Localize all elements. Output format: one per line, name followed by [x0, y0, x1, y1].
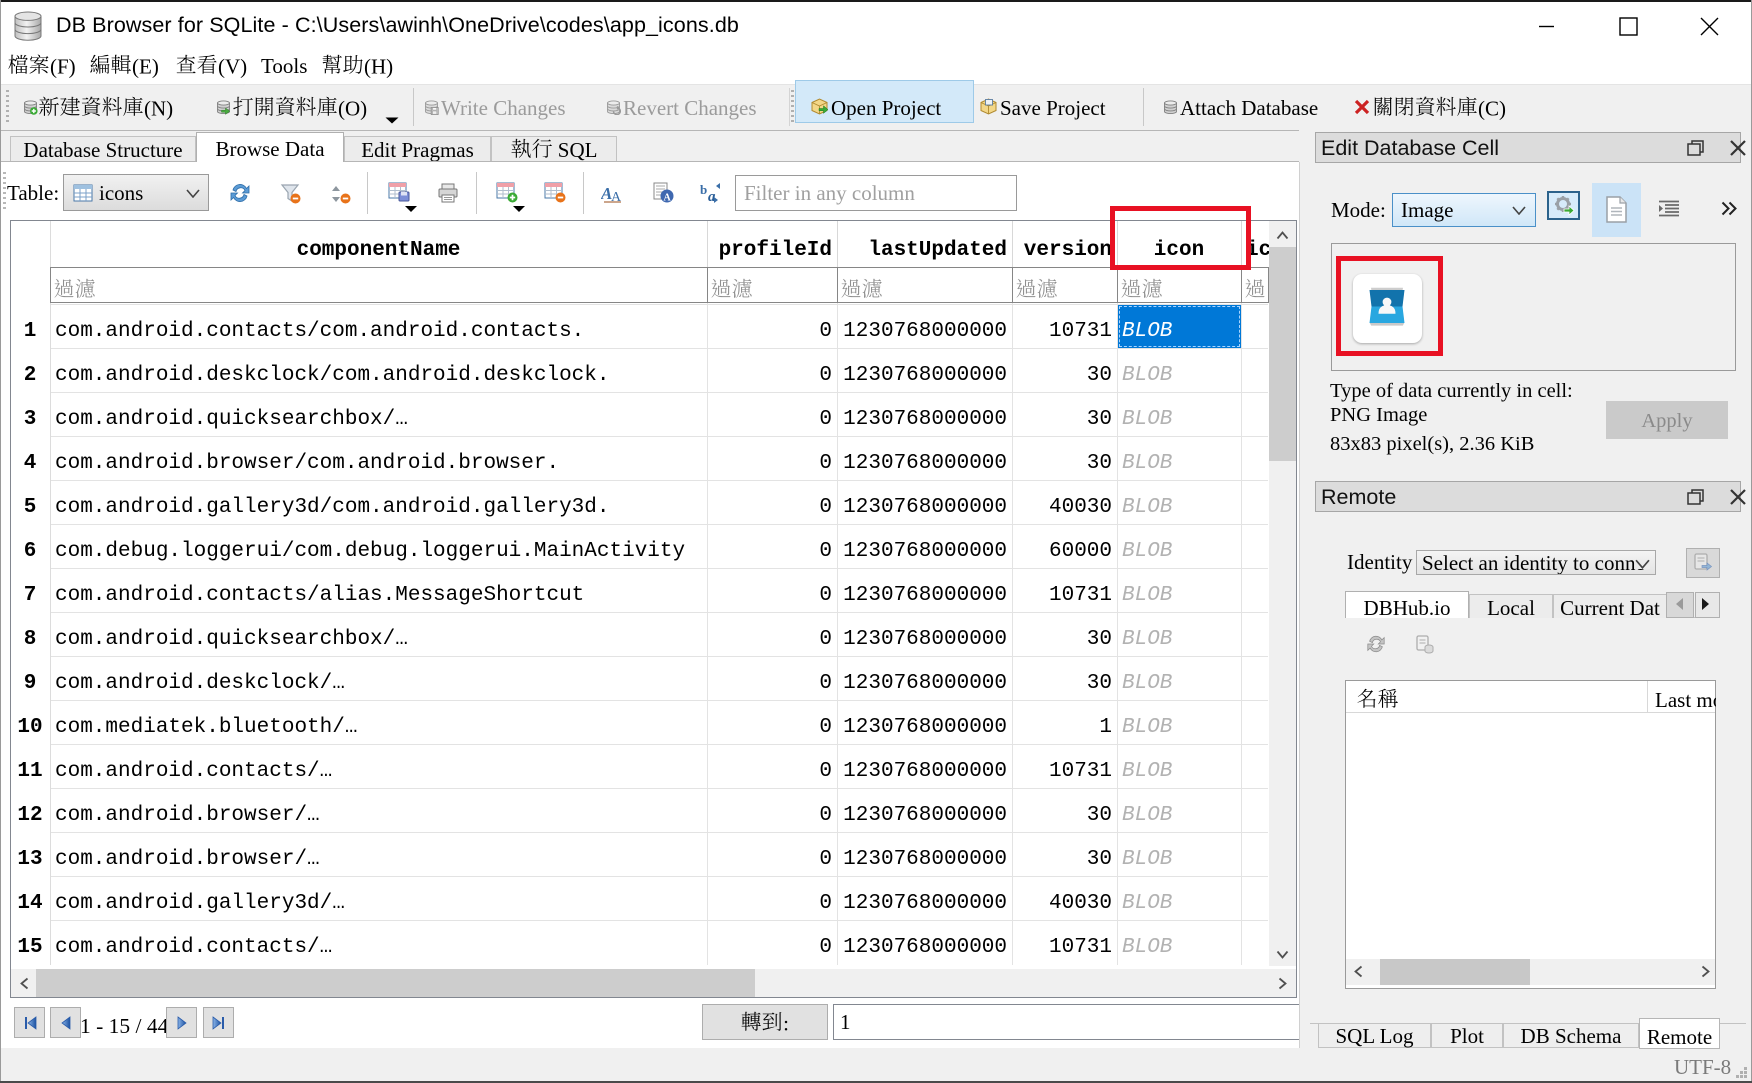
svg-text:b: b [700, 182, 707, 197]
svg-text:A: A [664, 193, 672, 204]
